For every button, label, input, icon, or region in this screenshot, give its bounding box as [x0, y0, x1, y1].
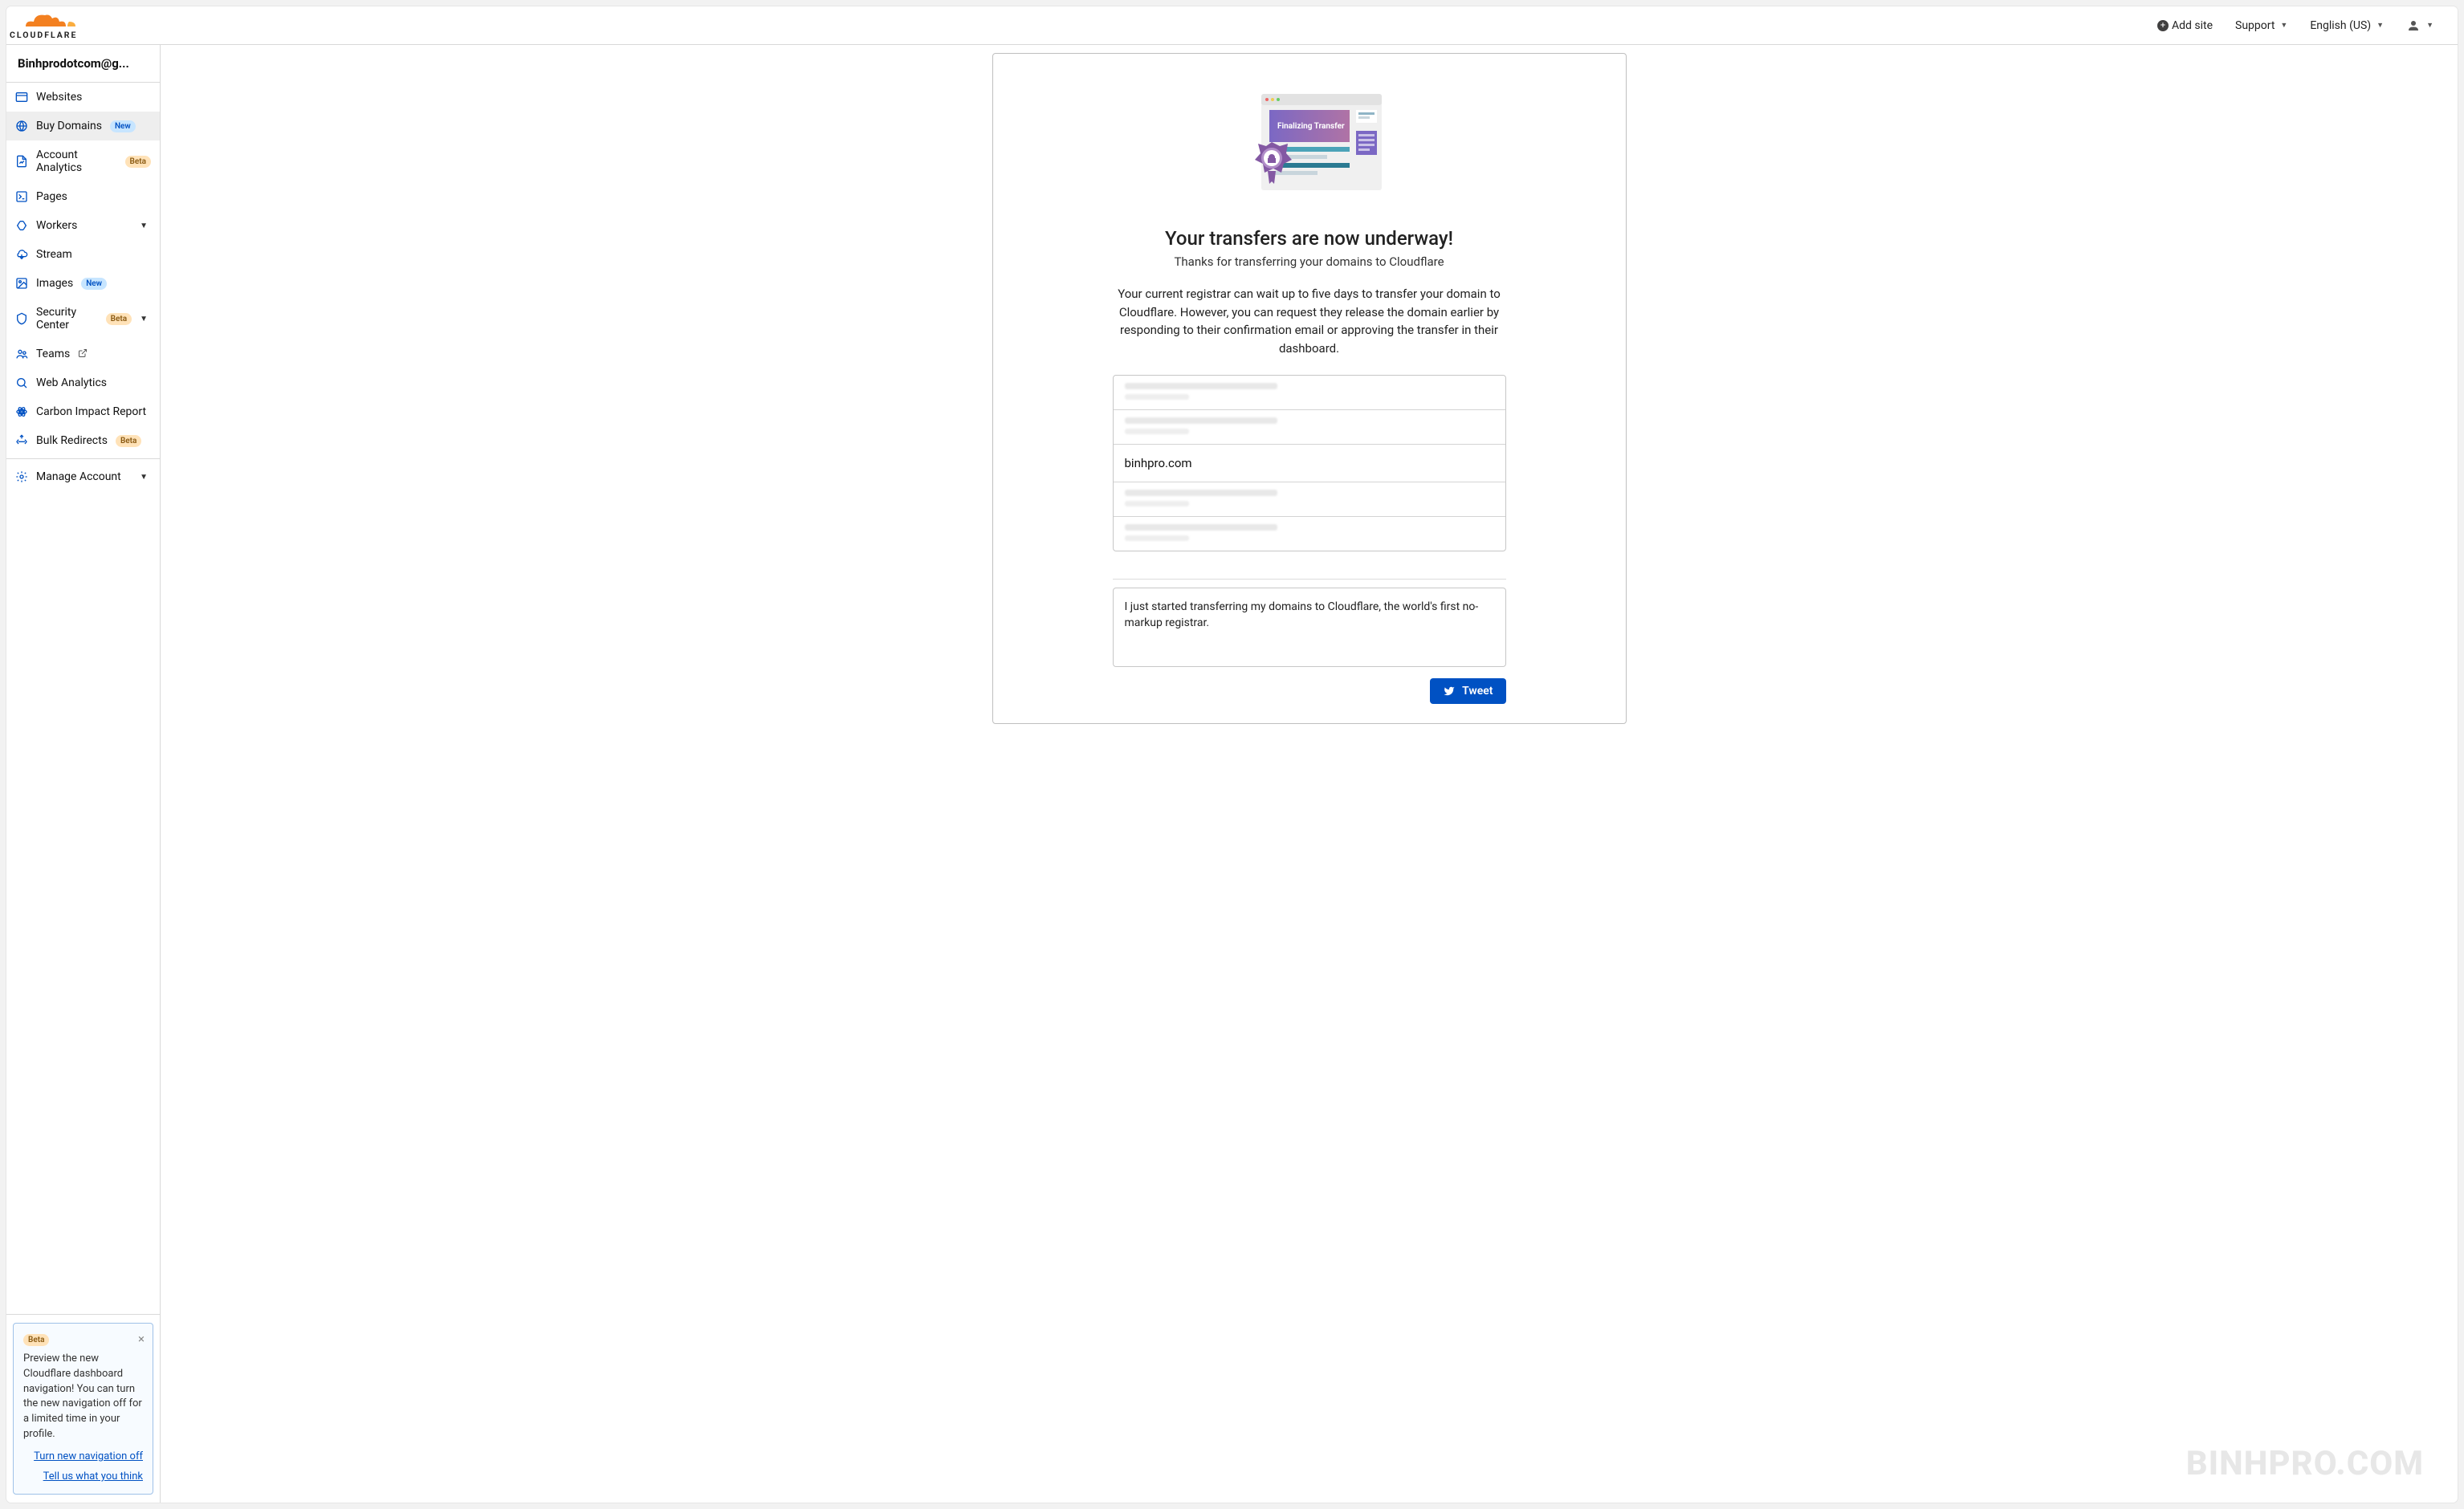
chevron-down-icon: ▼ [2376, 21, 2384, 30]
shield-icon [15, 312, 28, 325]
search-icon [15, 376, 28, 389]
support-label: Support [2235, 19, 2275, 32]
domain-row-blurred [1114, 410, 1505, 445]
tweet-button[interactable]: Tweet [1430, 678, 1505, 704]
sidebar-item-web-analytics[interactable]: Web Analytics [6, 368, 160, 397]
preview-card-text: Preview the new Cloudflare dashboard nav… [23, 1352, 143, 1442]
layout: Binhprodotcom@g... Websites Buy Domains Ne… [6, 45, 2458, 1503]
sidebar-item-label: Workers [36, 219, 77, 232]
cloud-icon [15, 248, 28, 261]
beta-badge: Beta [116, 435, 141, 447]
app-window: CLOUDFLARE + Add site Support ▼ English … [6, 6, 2458, 1503]
atom-icon [15, 405, 28, 418]
sidebar-item-manage-account[interactable]: Manage Account ▼ [6, 462, 160, 491]
sidebar-nav: Websites Buy Domains New Account Analytics B… [6, 83, 160, 1314]
topbar: CLOUDFLARE + Add site Support ▼ English … [6, 6, 2458, 45]
pages-icon [15, 190, 28, 203]
websites-icon [15, 91, 28, 104]
close-icon[interactable]: × [138, 1332, 145, 1346]
sidebar-item-label: Teams [36, 348, 70, 360]
domain-row: binhpro.com [1114, 445, 1505, 482]
workers-icon [15, 219, 28, 232]
domain-row-blurred [1114, 482, 1505, 517]
plus-circle-icon: + [2157, 20, 2169, 31]
sidebar-item-label: Account Analytics [36, 148, 117, 174]
sidebar-item-label: Buy Domains [36, 120, 102, 132]
globe-icon [15, 120, 28, 132]
svg-text:Finalizing Transfer: Finalizing Transfer [1277, 122, 1345, 131]
sidebar-item-label: Web Analytics [36, 376, 107, 389]
sidebar-item-account-analytics[interactable]: Account Analytics Beta [6, 140, 160, 182]
sidebar-item-label: Images [36, 277, 73, 290]
sidebar-item-pages[interactable]: Pages [6, 182, 160, 211]
preview-nav-card: × Beta Preview the new Cloudflare dashbo… [13, 1323, 153, 1495]
external-link-icon [78, 348, 88, 360]
transfers-para: Your current registrar can wait up to fi… [1117, 285, 1502, 357]
domain-row-blurred [1114, 376, 1505, 410]
sidebar-item-workers[interactable]: Workers ▼ [6, 211, 160, 240]
sidebar-item-carbon-impact-report[interactable]: Carbon Impact Report [6, 397, 160, 426]
new-badge: New [81, 278, 107, 290]
transfers-card: Finalizing Transfer [992, 53, 1627, 724]
content-area: Finalizing Transfer [161, 45, 2458, 1503]
language-label: English (US) [2310, 19, 2371, 32]
chevron-down-icon: ▼ [2426, 21, 2433, 30]
chevron-down-icon: ▼ [140, 473, 151, 482]
chevron-down-icon: ▼ [140, 222, 151, 230]
sidebar-item-label: Websites [36, 91, 82, 104]
cloudflare-logo[interactable]: CLOUDFLARE [10, 10, 96, 41]
add-site-button[interactable]: + Add site [2146, 14, 2224, 37]
sidebar-item-label: Stream [36, 248, 72, 261]
turn-off-nav-link[interactable]: Turn new navigation off [23, 1450, 143, 1462]
user-icon [2406, 18, 2421, 33]
beta-badge: Beta [23, 1334, 49, 1346]
user-menu[interactable]: ▼ [2395, 14, 2445, 38]
image-icon [15, 277, 28, 290]
sidebar-item-stream[interactable]: Stream [6, 240, 160, 269]
sidebar-item-label: Bulk Redirects [36, 434, 108, 447]
svg-text:CLOUDFLARE: CLOUDFLARE [10, 30, 77, 40]
separator [1113, 579, 1506, 580]
domain-list: binhpro.com [1113, 375, 1506, 551]
sidebar-item-websites[interactable]: Websites [6, 83, 160, 112]
beta-badge: Beta [125, 156, 151, 168]
chevron-down-icon: ▼ [2280, 21, 2287, 30]
language-menu[interactable]: English (US) ▼ [2299, 14, 2395, 37]
sidebar-item-bulk-redirects[interactable]: Bulk Redirects Beta [6, 426, 160, 455]
sidebar: Binhprodotcom@g... Websites Buy Domains Ne… [6, 45, 161, 1503]
sidebar-item-images[interactable]: Images New [6, 269, 160, 298]
twitter-icon [1443, 685, 1456, 697]
sidebar-item-label: Pages [36, 190, 67, 203]
tweet-textbox[interactable]: I just started transferring my domains t… [1113, 588, 1506, 667]
domain-row-blurred [1114, 517, 1505, 551]
tweet-button-label: Tweet [1462, 685, 1493, 698]
transfers-subhead: Thanks for transferring your domains to … [1174, 254, 1444, 269]
support-menu[interactable]: Support ▼ [2224, 14, 2299, 37]
sidebar-item-label: Security Center [36, 306, 98, 331]
tweet-row: Tweet [1113, 678, 1506, 704]
sidebar-item-security-center[interactable]: Security Center Beta ▼ [6, 298, 160, 340]
sidebar-item-buy-domains[interactable]: Buy Domains New [6, 112, 160, 140]
new-badge: New [110, 120, 136, 132]
transfers-heading: Your transfers are now underway! [1165, 227, 1453, 250]
feedback-link[interactable]: Tell us what you think [23, 1470, 143, 1483]
gear-icon [15, 470, 28, 483]
sidebar-item-label: Manage Account [36, 470, 121, 483]
chevron-down-icon: ▼ [140, 315, 151, 323]
account-name[interactable]: Binhprodotcom@g... [6, 45, 160, 83]
finalizing-transfer-illustration: Finalizing Transfer [1229, 86, 1390, 214]
analytics-icon [15, 155, 28, 168]
redirect-icon [15, 434, 28, 447]
teams-icon [15, 348, 28, 360]
sidebar-item-label: Carbon Impact Report [36, 405, 146, 418]
beta-badge: Beta [106, 313, 132, 325]
add-site-label: Add site [2172, 19, 2213, 32]
sidebar-item-teams[interactable]: Teams [6, 340, 160, 368]
